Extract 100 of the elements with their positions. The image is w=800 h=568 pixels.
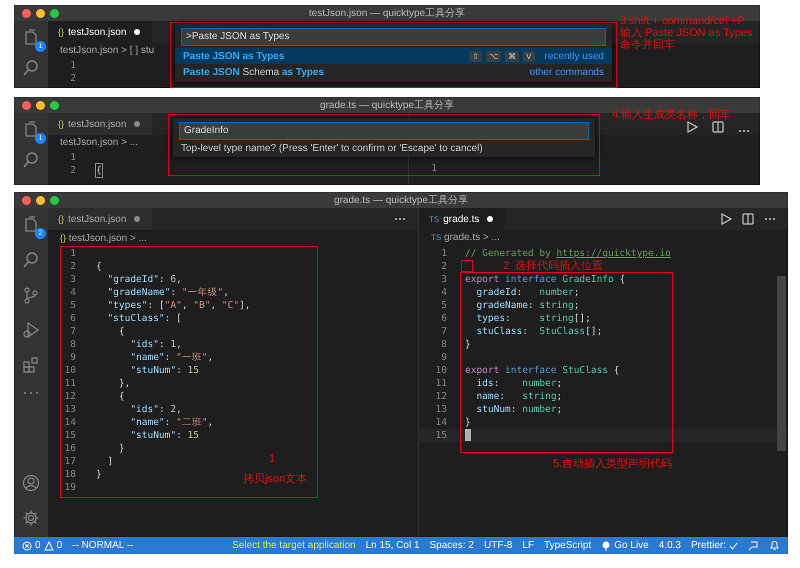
code-line: "name": "一班", xyxy=(129,351,214,364)
status-item[interactable]: LF xyxy=(522,540,534,551)
code-line: { xyxy=(118,390,125,403)
line-number: 15 xyxy=(64,429,76,442)
status-item[interactable]: TypeScript xyxy=(544,540,592,551)
go-live-button[interactable]: Go Live xyxy=(601,540,649,551)
annotation-number: 1 xyxy=(269,453,276,465)
problems-status[interactable]: 0 0 xyxy=(22,540,62,551)
annotation-text: 2 选择代码插入位置 xyxy=(503,260,604,272)
bell-icon[interactable] xyxy=(769,540,780,551)
line-number: 12 xyxy=(434,390,447,403)
line-number: 16 xyxy=(64,442,76,455)
breadcrumb[interactable]: testJson.json > [ ] stu xyxy=(60,43,154,59)
window-title: grade.ts — quicktype工具分享 xyxy=(320,98,454,112)
run-icon[interactable] xyxy=(686,121,698,133)
breadcrumb[interactable]: testJson.json > ... xyxy=(60,135,138,151)
line-number: 5 xyxy=(69,299,76,312)
status-item[interactable]: 4.0.3 xyxy=(658,540,681,551)
code-line: "types": ["A", "B", "C"], xyxy=(106,299,251,312)
code-line: } xyxy=(465,416,471,429)
status-item[interactable]: UTF-8 xyxy=(484,540,512,551)
line-number: 8 xyxy=(440,338,447,351)
line-number: 2 xyxy=(69,72,76,85)
more-icon[interactable] xyxy=(738,129,750,133)
line-number: 3 xyxy=(69,273,76,286)
code-line: ] xyxy=(106,455,114,468)
line-number: 11 xyxy=(64,377,76,390)
status-message: Select the target application xyxy=(232,540,356,551)
line-number: 17 xyxy=(64,455,76,468)
line-number: 6 xyxy=(69,312,76,325)
annotation-text: 拷贝json文本 xyxy=(243,473,308,485)
run-debug-icon[interactable] xyxy=(22,321,40,339)
more-icon[interactable] xyxy=(764,217,776,221)
line-number: 2 xyxy=(440,260,447,273)
command-item[interactable]: Paste JSON Schema as Types other commands xyxy=(175,64,612,80)
line-number: 2 xyxy=(69,164,76,177)
search-icon[interactable] xyxy=(22,59,40,77)
window-title: grade.ts — quicktype工具分享 xyxy=(334,194,468,207)
command-item[interactable]: Paste JSON as Types ⇧ ⌥ ⌘ V recently used xyxy=(175,48,612,64)
line-number: 1 xyxy=(69,59,76,72)
extensions-icon[interactable] xyxy=(22,356,40,374)
split-editor-icon[interactable] xyxy=(712,121,724,133)
status-item[interactable]: Spaces: 2 xyxy=(430,540,474,551)
line-number: 1 xyxy=(69,151,76,164)
more-icon[interactable] xyxy=(394,217,406,221)
run-icon[interactable] xyxy=(720,213,732,225)
status-item[interactable]: Ln 15, Col 1 xyxy=(366,540,420,551)
search-icon[interactable] xyxy=(22,151,40,169)
key-cap: ⌥ xyxy=(486,50,502,62)
code-line: export interface StuClass { xyxy=(465,364,620,377)
split-editor-icon[interactable] xyxy=(742,213,754,225)
error-icon xyxy=(22,540,32,550)
code-line: "gradeId": 6, xyxy=(106,273,182,286)
line-number: 10 xyxy=(434,364,447,377)
account-icon[interactable] xyxy=(22,474,40,492)
line-number: 1 xyxy=(430,162,437,175)
line-number: 19 xyxy=(64,481,76,494)
code-line: } xyxy=(118,442,125,455)
command-input[interactable]: >Paste JSON as Types xyxy=(181,28,606,46)
line-number: 15 xyxy=(434,429,447,442)
annotation-text: 5.自动插入类型声明代码 xyxy=(553,458,672,470)
type-name-input[interactable]: GradeInfo xyxy=(179,122,589,140)
code-line: gradeId: number; xyxy=(475,286,580,299)
editor-tab[interactable]: {} testJson.json xyxy=(48,208,152,230)
code-line: } xyxy=(96,468,102,481)
code-line: }, xyxy=(118,377,130,390)
line-number: 10 xyxy=(64,364,76,377)
code-line: "gradeName": "一年级", xyxy=(106,286,229,299)
code-line: ids: number; xyxy=(475,377,562,390)
editor-tab[interactable]: {} testJson.json xyxy=(48,21,152,43)
key-cap: ⇧ xyxy=(469,50,482,62)
code-line: gradeName: string; xyxy=(475,299,580,312)
line-number: 14 xyxy=(434,416,447,429)
editor-tab[interactable]: TS grade.ts xyxy=(419,208,506,230)
line-number: 7 xyxy=(69,325,76,338)
editor-tab[interactable]: {} testJson.json xyxy=(48,113,152,135)
scrollbar[interactable] xyxy=(777,276,786,451)
breadcrumb[interactable]: {} testJson.json > ... xyxy=(60,230,147,246)
check-icon xyxy=(729,542,738,550)
key-cap: ⌘ xyxy=(505,50,520,62)
breadcrumb[interactable]: TS grade.ts > ... xyxy=(431,230,500,246)
line-number: 13 xyxy=(434,403,447,416)
code-line: "name": "二班", xyxy=(129,416,214,429)
broadcast-icon xyxy=(601,540,612,550)
code-line: stuClass: StuClass[]; xyxy=(475,325,602,338)
code-line: export interface GradeInfo { xyxy=(465,273,626,286)
line-number: 13 xyxy=(64,403,76,416)
code-line: types: string[]; xyxy=(475,312,591,325)
prettier-status[interactable]: Prettier: xyxy=(690,540,738,551)
feedback-icon[interactable] xyxy=(748,540,759,551)
source-control-icon[interactable] xyxy=(22,286,40,304)
line-number: 2 xyxy=(69,260,76,273)
search-icon[interactable] xyxy=(22,251,40,269)
settings-icon[interactable] xyxy=(22,509,40,527)
code-line: name: string; xyxy=(475,390,562,403)
line-number: 7 xyxy=(440,325,447,338)
line-number: 1 xyxy=(69,247,76,260)
line-number: 6 xyxy=(440,312,447,325)
line-number: 4 xyxy=(440,286,447,299)
code-line: { xyxy=(96,260,102,273)
